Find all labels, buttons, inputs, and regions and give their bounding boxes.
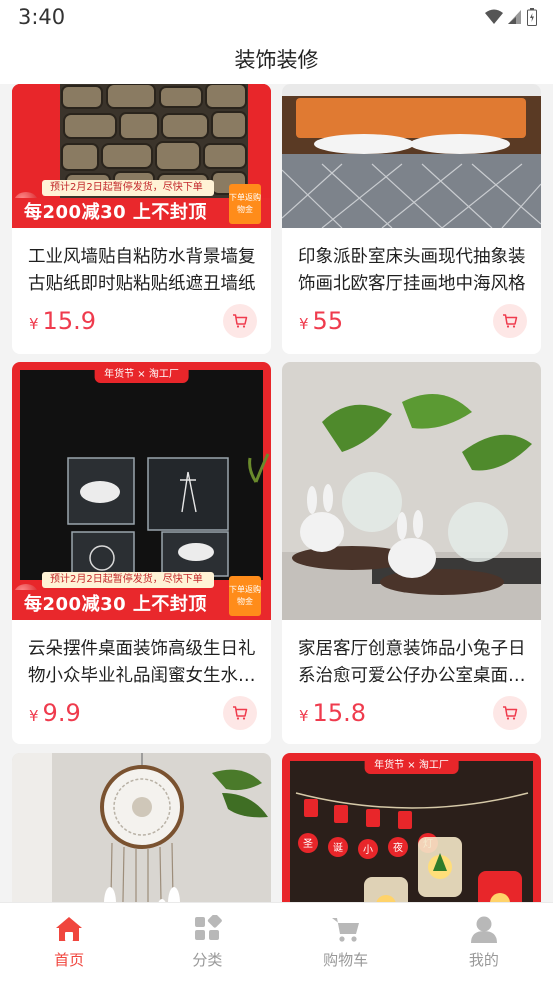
home-icon bbox=[56, 917, 83, 941]
category-icon bbox=[195, 915, 223, 940]
promo-banner: 预计2月2日起暂停发货，尽快下单 每200减30 上不封顶 下单返购物金 bbox=[12, 572, 271, 620]
product-image[interactable] bbox=[282, 84, 541, 228]
title-bar: 装饰装修 bbox=[0, 36, 553, 84]
product-card-rabbit-ornament[interactable]: 家居客厅创意装饰品小兔子日系治愈可爱公仔办公室桌面摆件 ¥ 15.8 bbox=[282, 362, 541, 744]
promo-gift-badge: 下单返购物金 bbox=[229, 576, 261, 616]
tab-label: 首页 bbox=[54, 951, 85, 969]
product-name[interactable]: 印象派卧室床头画现代抽象装饰画北欧客厅挂画地中海风格 bbox=[298, 244, 526, 298]
add-to-cart-button[interactable] bbox=[493, 696, 527, 730]
product-name[interactable]: 家居客厅创意装饰品小兔子日系治愈可爱公仔办公室桌面摆件 bbox=[298, 636, 526, 690]
svg-text:夜: 夜 bbox=[393, 841, 403, 854]
festival-ribbon: 年货节 × 淘工厂 bbox=[94, 362, 189, 383]
promo-gift-badge: 下单返购物金 bbox=[229, 184, 261, 224]
add-to-cart-button[interactable] bbox=[493, 304, 527, 338]
tab-cart[interactable]: 购物车 bbox=[277, 903, 415, 984]
status-icons bbox=[485, 8, 537, 26]
cart-icon bbox=[503, 706, 518, 720]
product-name[interactable]: 工业风墙贴自粘防水背景墙复古贴纸即时贴粘贴纸遮丑墙纸 bbox=[28, 244, 256, 298]
tab-label: 我的 bbox=[468, 951, 499, 969]
wifi-icon bbox=[485, 9, 503, 24]
tab-label: 分类 bbox=[192, 951, 223, 969]
product-image[interactable]: 年货节 × 淘工厂 预计2月2日起暂停发货，尽快下单 每200减30 上不封顶 … bbox=[12, 362, 271, 620]
price-currency: ¥ bbox=[299, 707, 309, 725]
add-to-cart-button[interactable] bbox=[223, 696, 257, 730]
promo-notice: 预计2月2日起暂停发货，尽快下单 bbox=[42, 572, 214, 588]
product-card-crystal-cube[interactable]: 年货节 × 淘工厂 预计2月2日起暂停发货，尽快下单 每200减30 上不封顶 … bbox=[12, 362, 271, 744]
page-title: 装饰装修 bbox=[234, 48, 319, 72]
product-list[interactable]: 预计2月2日起暂停发货，尽快下单 每200减30 上不封顶 下单返购物金 工业风… bbox=[0, 84, 553, 902]
price-value: 9.9 bbox=[42, 699, 81, 727]
price-value: 15.9 bbox=[42, 307, 96, 335]
product-image[interactable]: 年货节 × 淘工厂 圣诞小夜灯 bbox=[282, 753, 541, 902]
product-name[interactable]: 云朵摆件桌面装饰高级生日礼物小众毕业礼品闺蜜女生水晶球 bbox=[28, 636, 256, 690]
tab-category[interactable]: 分类 bbox=[138, 903, 276, 984]
price-currency: ¥ bbox=[29, 315, 39, 333]
profile-icon bbox=[470, 916, 497, 943]
product-price: ¥ 9.9 bbox=[29, 699, 81, 727]
tab-profile[interactable]: 我的 bbox=[415, 903, 553, 984]
promo-notice: 预计2月2日起暂停发货，尽快下单 bbox=[42, 180, 214, 196]
product-card-wall-sticker[interactable]: 预计2月2日起暂停发货，尽快下单 每200减30 上不封顶 下单返购物金 工业风… bbox=[12, 84, 271, 354]
signal-icon bbox=[508, 10, 521, 24]
status-bar: 3:40 bbox=[0, 0, 553, 36]
product-price: ¥ 15.9 bbox=[29, 307, 96, 335]
cart-icon bbox=[503, 314, 518, 328]
tab-label: 购物车 bbox=[323, 951, 369, 969]
price-currency: ¥ bbox=[29, 707, 39, 725]
bottom-tab-bar: 首页 分类 购物车 我的 bbox=[0, 902, 553, 984]
product-card-dreamcatcher[interactable] bbox=[12, 753, 271, 902]
festival-ribbon: 年货节 × 淘工厂 bbox=[364, 753, 459, 774]
svg-text:小: 小 bbox=[363, 844, 373, 856]
product-image[interactable]: 预计2月2日起暂停发货，尽快下单 每200减30 上不封顶 下单返购物金 bbox=[12, 84, 271, 228]
price-value: 15.8 bbox=[312, 699, 366, 727]
promo-banner: 预计2月2日起暂停发货，尽快下单 每200减30 上不封顶 下单返购物金 bbox=[12, 180, 271, 228]
cart-icon bbox=[233, 314, 248, 328]
product-image[interactable] bbox=[12, 753, 271, 902]
battery-icon bbox=[527, 8, 537, 26]
cart-icon bbox=[233, 706, 248, 720]
svg-text:诞: 诞 bbox=[333, 841, 343, 854]
product-price: ¥ 15.8 bbox=[299, 699, 366, 727]
svg-text:圣: 圣 bbox=[303, 838, 313, 850]
status-time: 3:40 bbox=[18, 5, 66, 29]
product-card-lantern[interactable]: 年货节 × 淘工厂 圣诞小夜灯 bbox=[282, 753, 541, 902]
cart-icon bbox=[331, 918, 359, 942]
price-value: 55 bbox=[312, 307, 344, 335]
product-card-bedroom-painting[interactable]: 印象派卧室床头画现代抽象装饰画北欧客厅挂画地中海风格 ¥ 55 bbox=[282, 84, 541, 354]
price-currency: ¥ bbox=[299, 315, 309, 333]
product-price: ¥ 55 bbox=[299, 307, 343, 335]
product-image[interactable] bbox=[282, 362, 541, 620]
add-to-cart-button[interactable] bbox=[223, 304, 257, 338]
tab-home[interactable]: 首页 bbox=[0, 903, 138, 984]
